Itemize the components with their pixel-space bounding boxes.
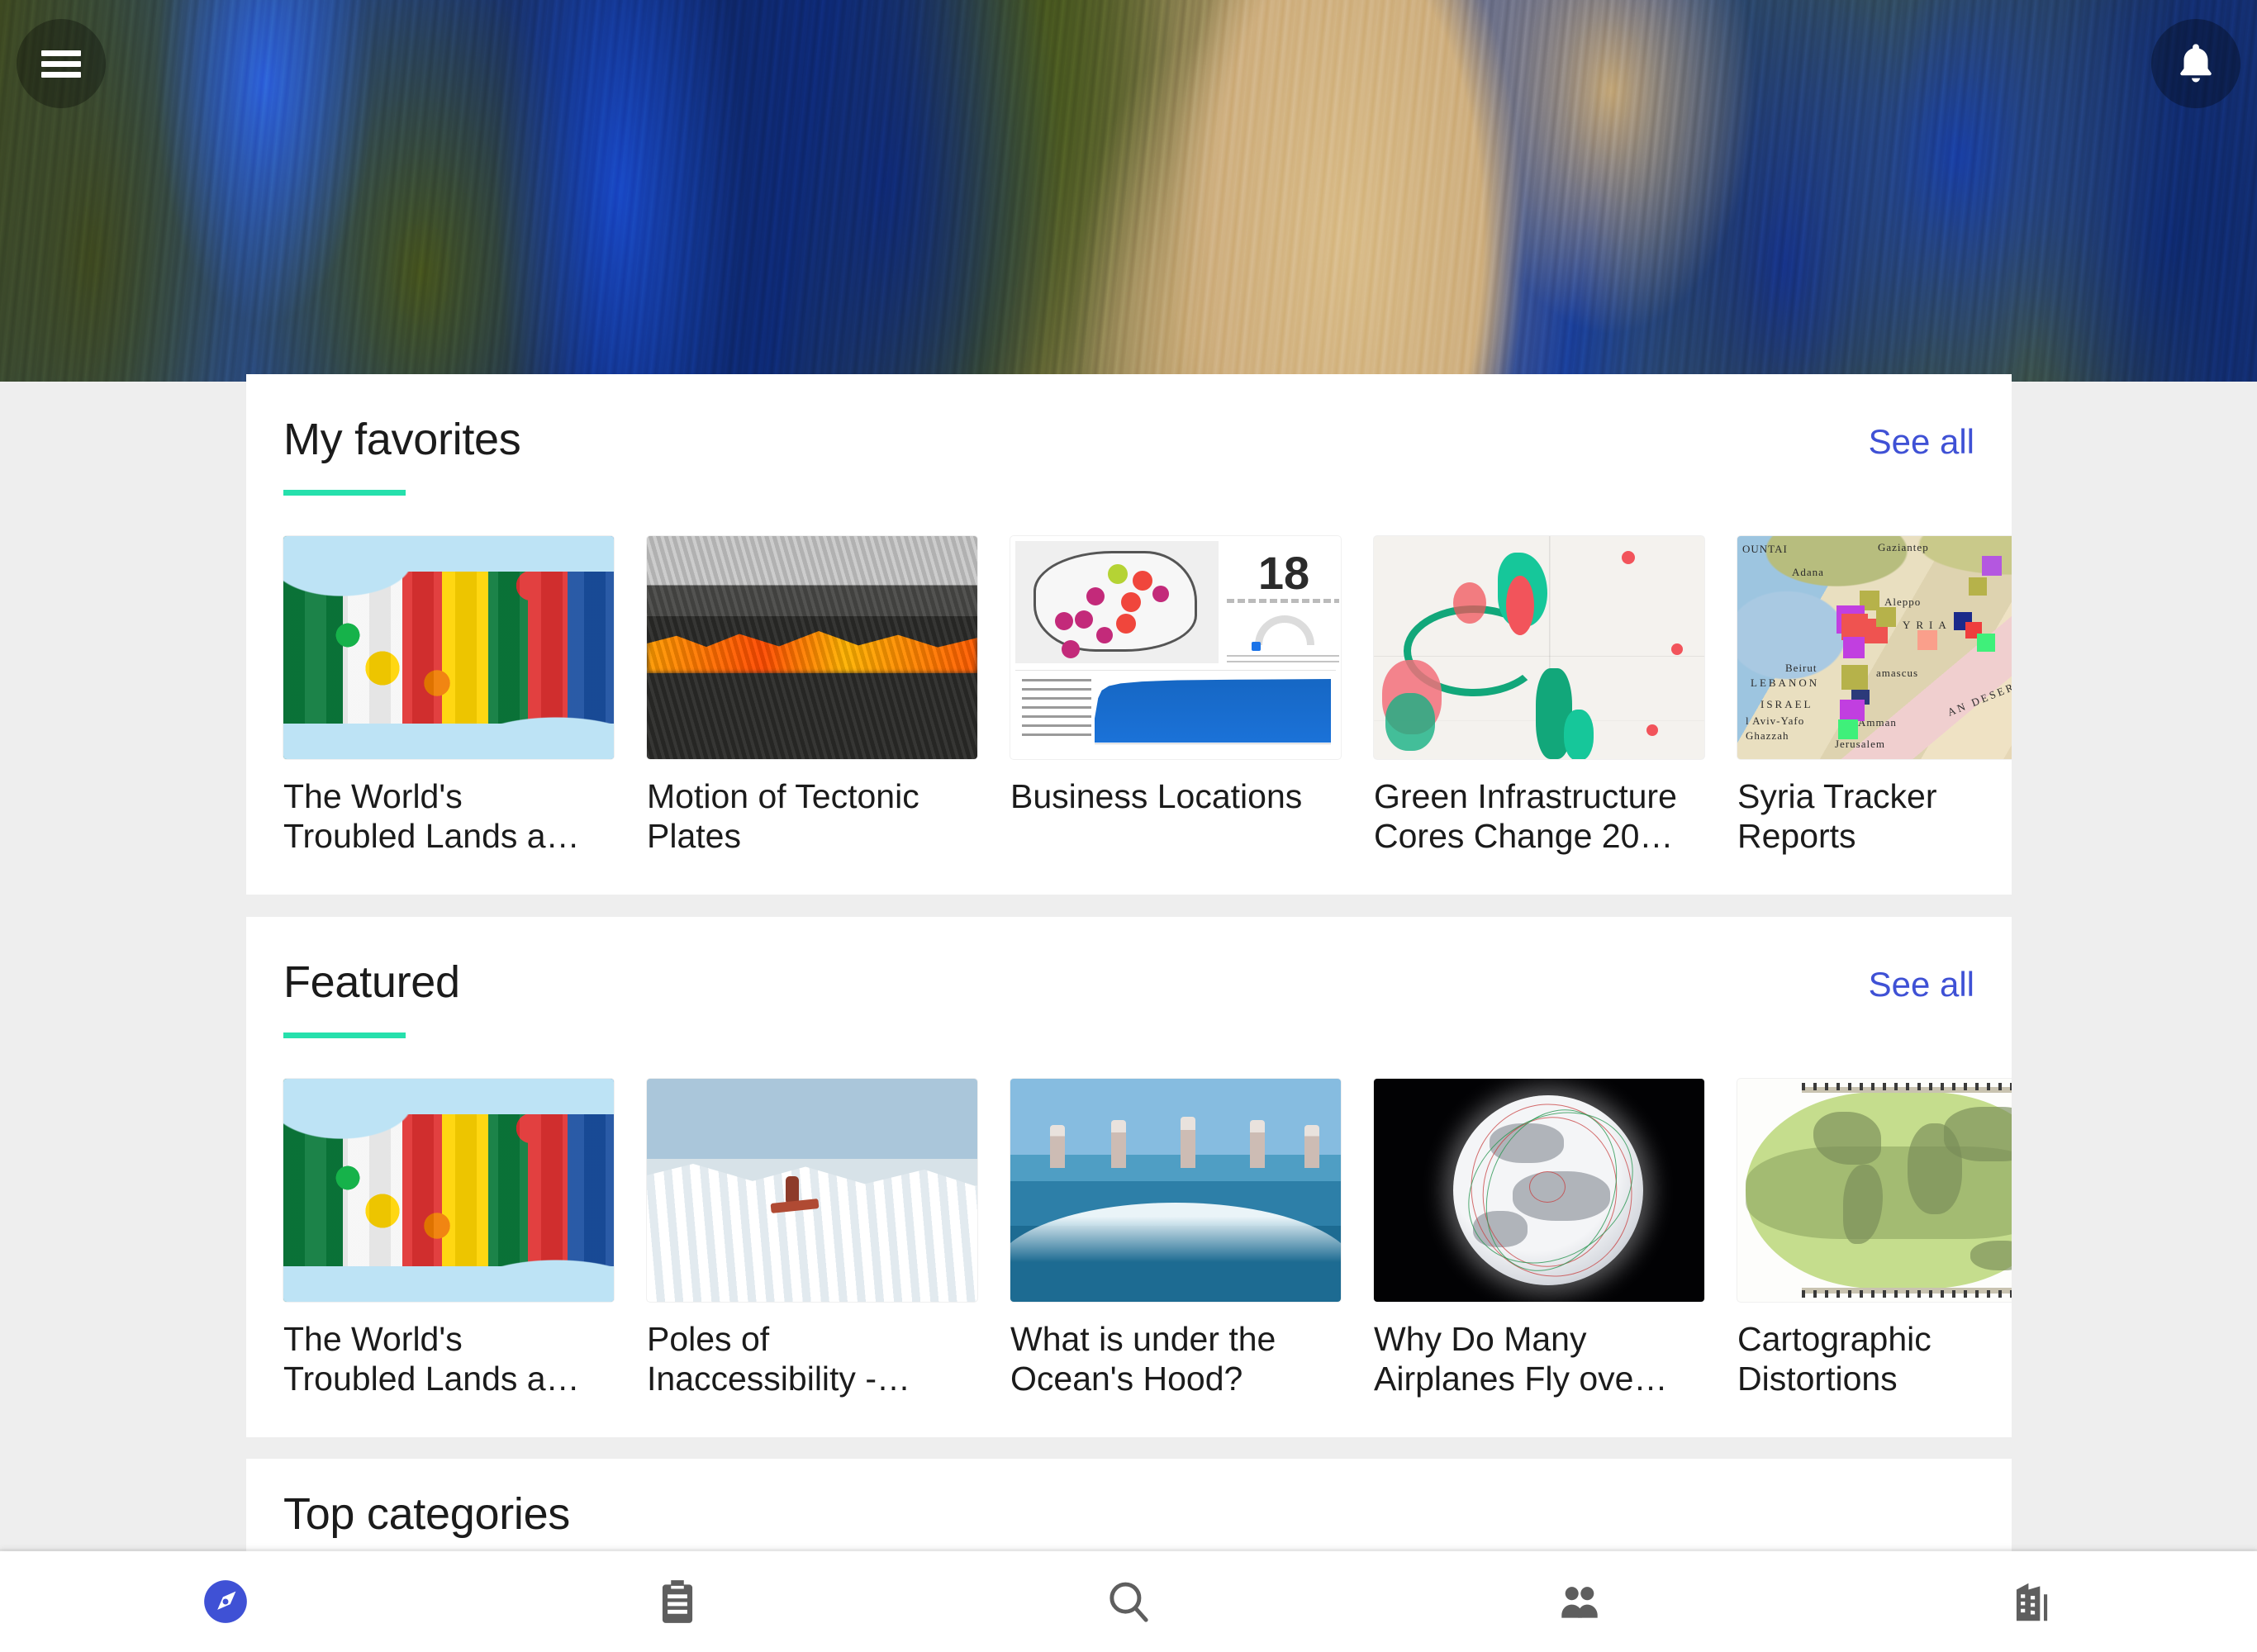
see-all-link-favorites[interactable]: See all — [1869, 422, 1974, 462]
card-thumbnail-flags-map — [283, 536, 614, 759]
card-item[interactable]: The World's Troubled Lands a… — [283, 1079, 614, 1398]
card-item[interactable]: Cartographic Distortions — [1737, 1079, 2012, 1398]
nav-item-content[interactable] — [451, 1551, 902, 1652]
hamburger-menu-icon[interactable] — [17, 19, 106, 108]
map-label: ISRAEL — [1760, 698, 1813, 710]
nav-item-home[interactable] — [0, 1551, 451, 1652]
compass-icon — [204, 1580, 248, 1623]
map-label: Gaziantep — [1878, 541, 1929, 553]
card-thumbnail-syria-map: OUNTAI Gaziantep Adana Aleppo YRIA Beiru… — [1737, 536, 2012, 759]
card-title: The World's Troubled Lands a… — [283, 1320, 580, 1398]
section-featured: Featured See all The World's Troubled La… — [246, 917, 2012, 1437]
nav-item-search[interactable] — [903, 1551, 1354, 1652]
dashboard-big-number: 18 — [1257, 547, 1310, 599]
card-title: Business Locations — [1010, 777, 1303, 815]
people-icon — [1561, 1587, 1599, 1618]
bell-glyph — [2180, 44, 2212, 83]
section-accent-rule — [283, 490, 406, 496]
page-title: Featured — [283, 957, 460, 1007]
bell-icon[interactable] — [2151, 19, 2240, 108]
nav-item-organization[interactable] — [1806, 1551, 2257, 1652]
search-icon — [1109, 1582, 1148, 1622]
map-label: Beirut — [1785, 662, 1817, 674]
card-thumbnail-globe-flight-paths — [1374, 1079, 1704, 1302]
card-thumbnail-lava-flow — [647, 536, 977, 759]
hero-streak-overlay — [0, 0, 2257, 382]
card-thumbnail-business-dashboard: 18 — [1010, 536, 1341, 759]
card-item[interactable]: What is under the Ocean's Hood? — [1010, 1079, 1341, 1398]
section-header: Featured See all — [246, 917, 2012, 1059]
card-title: Motion of Tectonic Plates — [647, 777, 919, 855]
card-item[interactable]: Green Infrastructure Cores Change 20… — [1374, 536, 1704, 856]
card-thumbnail-polar-expedition — [647, 1079, 977, 1302]
card-item[interactable]: Poles of Inaccessibility -… — [647, 1079, 977, 1398]
card-row-favorites: The World's Troubled Lands a… Motion of … — [283, 536, 2012, 856]
card-item[interactable]: Why Do Many Airplanes Fly ove… — [1374, 1079, 1704, 1398]
card-title: Cartographic Distortions — [1737, 1320, 1932, 1398]
card-thumbnail-flags-map — [283, 1079, 614, 1302]
card-row-featured: The World's Troubled Lands a… Poles of I… — [283, 1079, 2012, 1398]
map-label: LEBANON — [1751, 676, 1820, 689]
card-title: Green Infrastructure Cores Change 20… — [1374, 777, 1677, 855]
section-top-categories: Top categories — [246, 1459, 2012, 1551]
burger-bar — [41, 71, 81, 78]
clipboard-icon — [662, 1580, 692, 1623]
card-title: The World's Troubled Lands a… — [283, 777, 580, 855]
burger-bar — [41, 50, 81, 56]
card-thumbnail-ocean-turbines — [1010, 1079, 1341, 1302]
nav-item-groups[interactable] — [1354, 1551, 1805, 1652]
card-thumbnail-cartographic-projection — [1737, 1079, 2012, 1302]
map-label: l Aviv-Yafo — [1746, 714, 1805, 727]
hero-banner — [0, 0, 2257, 382]
map-label: OUNTAI — [1742, 543, 1788, 555]
card-item[interactable]: 18 Business Locations — [1010, 536, 1341, 856]
card-title: Poles of Inaccessibility -… — [647, 1320, 910, 1398]
card-item[interactable]: OUNTAI Gaziantep Adana Aleppo YRIA Beiru… — [1737, 536, 2012, 856]
page-title: My favorites — [283, 415, 521, 464]
page-title: Top categories — [283, 1489, 571, 1539]
card-title: Syria Tracker Reports — [1737, 777, 1937, 855]
map-label: Ghazzah — [1746, 729, 1789, 742]
section-accent-rule — [283, 1032, 406, 1038]
bottom-navigation-bar — [0, 1551, 2257, 1652]
map-label: Adana — [1792, 566, 1824, 578]
map-label: amascus — [1876, 667, 1919, 679]
card-thumbnail-green-infrastructure — [1374, 536, 1704, 759]
app-root: My favorites See all The World's Trouble… — [0, 0, 2257, 1652]
card-item[interactable]: Motion of Tectonic Plates — [647, 536, 977, 856]
section-header: My favorites See all — [246, 374, 2012, 516]
card-title: Why Do Many Airplanes Fly ove… — [1374, 1320, 1668, 1398]
card-item[interactable]: The World's Troubled Lands a… — [283, 536, 614, 856]
map-label: Jerusalem — [1835, 738, 1885, 750]
burger-bar — [41, 60, 81, 67]
organization-building-icon — [2016, 1583, 2047, 1621]
section-my-favorites: My favorites See all The World's Trouble… — [246, 374, 2012, 895]
see-all-link-featured[interactable]: See all — [1869, 965, 1974, 1004]
section-header: Top categories — [246, 1459, 2012, 1551]
card-title: What is under the Ocean's Hood? — [1010, 1320, 1276, 1398]
